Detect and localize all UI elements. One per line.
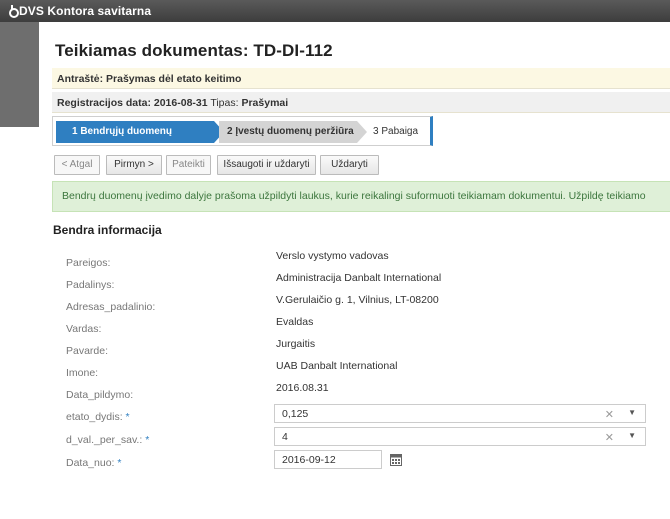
info-alert: Bendrų duomenų įvedimo dalyje prašoma už… [52,181,670,212]
d-val-per-sav-value: 4 [282,431,288,443]
field-label-data-pildymo: Data_pildymo: [66,389,134,401]
field-label-etato-dydis: etato_dydis: * [66,411,130,423]
calendar-icon[interactable] [390,453,402,466]
field-label-vardas: Vardas: [66,323,102,335]
field-label-adresas: Adresas_padalinio: [66,301,156,313]
field-value-imone: UAB Danbalt International [276,360,398,372]
data-nuo-input[interactable]: 2016-09-12 [274,450,382,469]
subject-value: Prašymas dėl etato keitimo [106,73,242,85]
clear-icon[interactable]: ✕ [605,408,614,421]
page-title: Teikiamas dokumentas: TD-DI-112 [55,41,333,60]
reg-date-label: Registracijos data: [57,97,151,109]
field-value-vardas: Evaldas [276,316,314,328]
field-label-imone: Imone: [66,367,99,379]
required-mark: * [117,457,122,469]
submit-button[interactable]: Pateikti [166,155,211,175]
required-mark: * [125,411,130,423]
field-value-pavarde: Jurgaitis [276,338,316,350]
registration-bar: Registracijos data: 2016-08-31 Tipas: Pr… [52,92,670,113]
field-label-padalinys: Padalinys: [66,279,115,291]
type-value: Prašymai [241,97,289,109]
top-bar: DVS Kontora savitarna [0,0,670,22]
chevron-down-icon[interactable]: ▼ [628,408,636,417]
section-title: Bendra informacija [53,223,162,237]
etato-dydis-value: 0,125 [282,408,309,420]
wizard-step-1[interactable]: 1 Bendrųjų duomenų įvedimas [56,121,224,159]
chevron-down-icon[interactable]: ▼ [628,431,636,440]
subject-label: Antraštė: [57,73,104,85]
app-title: DVS Kontora savitarna [19,4,152,18]
d-val-per-sav-select[interactable]: 4 ✕ ▼ [274,427,646,446]
subject-bar: Antraštė: Prašymas dėl etato keitimo [52,68,670,89]
field-value-padalinys: Administracija Danbalt International [276,272,442,284]
save-and-close-button[interactable]: Išsaugoti ir uždaryti [217,155,316,175]
field-value-adresas: V.Gerulaičio g. 1, Vilnius, LT-08200 [276,294,439,306]
field-label-d-val-per-sav: d_val._per_sav.: * [66,434,150,446]
required-mark: * [145,434,150,446]
close-button[interactable]: Uždaryti [320,155,379,175]
wizard-step-3[interactable]: 3 Pabaiga [367,121,427,143]
wizard-step-2[interactable]: 2 Įvestų duomenų peržiūra [219,121,367,143]
field-value-data-pildymo: 2016.08.31 [276,382,329,394]
field-value-pareigos: Verslo vystymo vadovas [276,250,389,262]
field-label-data-nuo: Data_nuo: * [66,457,122,469]
field-label-pareigos: Pareigos: [66,257,111,269]
field-label-pavarde: Pavarde: [66,345,109,357]
reg-date-value: 2016-08-31 [153,97,208,109]
next-button[interactable]: Pirmyn > [106,155,162,175]
etato-dydis-select[interactable]: 0,125 ✕ ▼ [274,404,646,423]
wizard-steps: 1 Bendrųjų duomenų įvedimas 2 Įvestų duo… [52,116,433,159]
back-button[interactable]: < Atgal [54,155,100,175]
left-sidebar [0,22,39,127]
clear-icon[interactable]: ✕ [605,431,614,444]
type-label: Tipas: [210,97,239,109]
